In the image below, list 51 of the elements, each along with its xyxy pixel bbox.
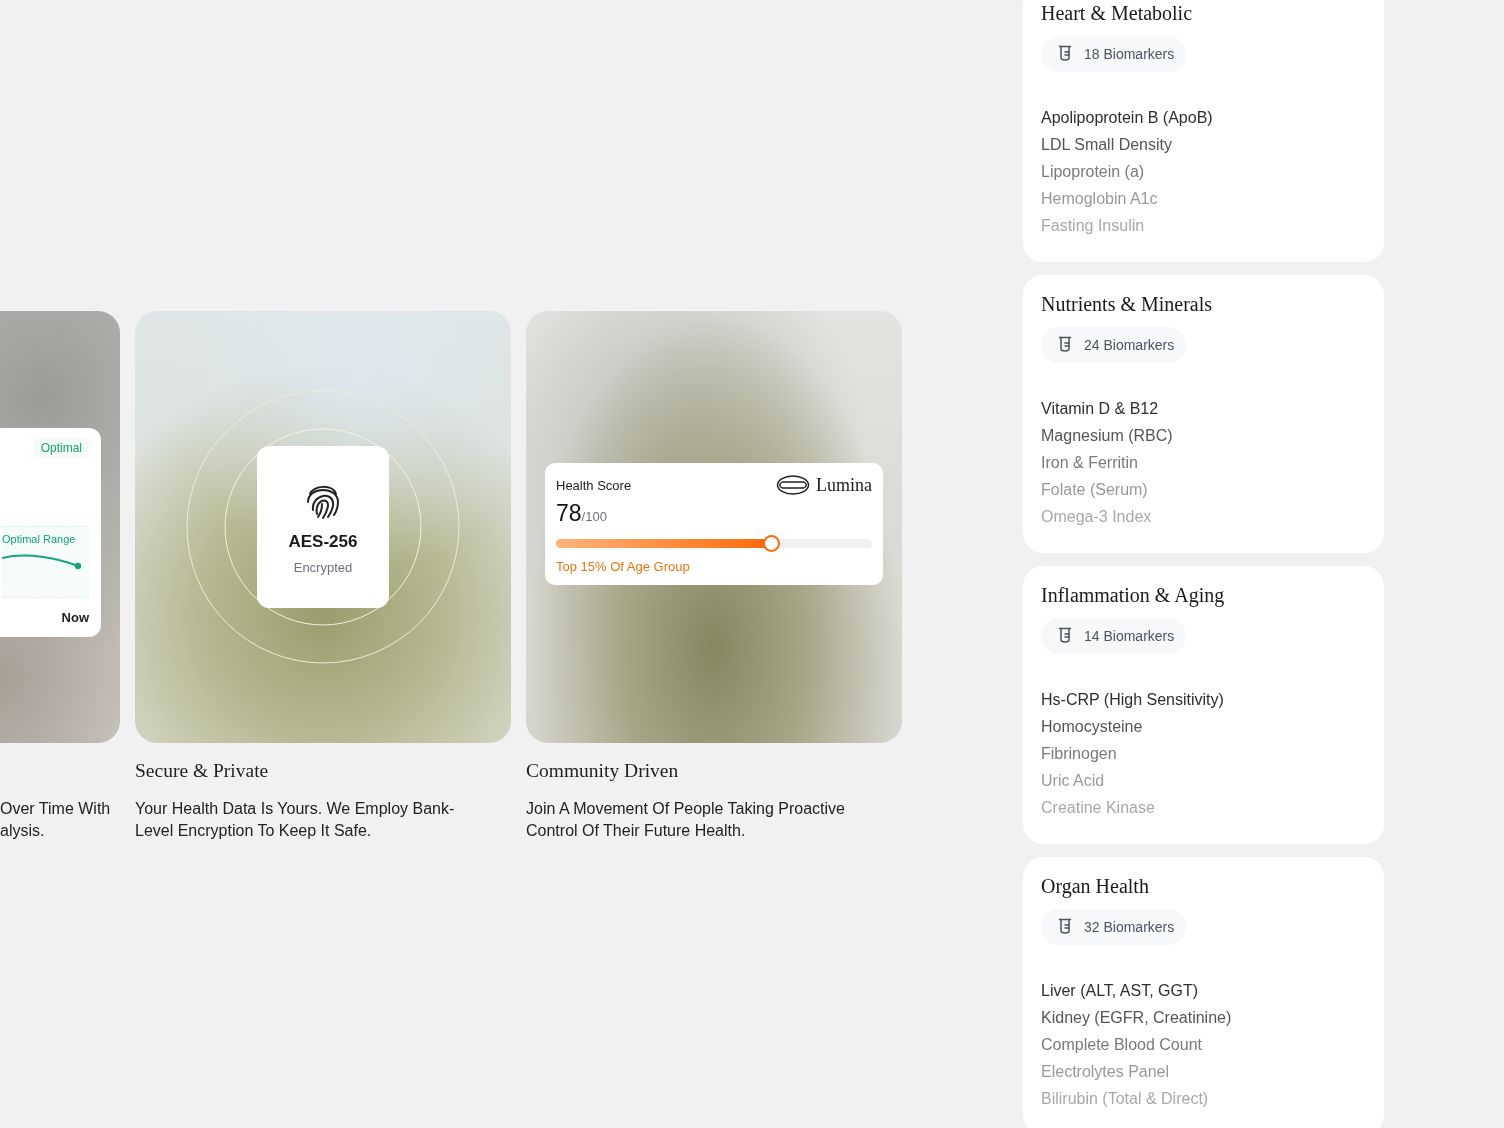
biomarker-name: Omega-3 Index [1041, 507, 1153, 527]
biomarker-count-badge: 24 Biomarkers [1041, 327, 1187, 363]
biomarker-name: Folate (Serum) [1041, 480, 1149, 500]
category-title: Nutrients & Minerals [1041, 293, 1213, 315]
biomarker-name: Electrolytes Panel [1041, 1062, 1171, 1082]
biomarker-name: Creatine Kinase [1041, 798, 1156, 818]
biomarker-name: Apolipoprotein B (ApoB) [1041, 108, 1213, 128]
feature-title: Community Driven [526, 760, 680, 783]
test-tube-icon [1058, 918, 1072, 936]
score-label: Health Score [556, 477, 632, 493]
biomarker-name: Magnesium (RBC) [1041, 426, 1173, 446]
biomarker-name: Vitamin D & B12 [1041, 399, 1160, 419]
biomarker-name: Fibrinogen [1041, 744, 1118, 764]
feature-description: Join A Movement Of People Taking Proactive [526, 799, 846, 819]
test-tube-icon [1058, 336, 1072, 354]
category-title: Heart & Metabolic [1041, 2, 1193, 24]
feature-title: Secure & Private [135, 760, 270, 783]
status-badge: Optimal [33, 437, 89, 458]
biomarker-name: Homocysteine [1041, 717, 1144, 737]
feature-description: alysis. [0, 821, 46, 841]
range-label: Optimal Range [2, 532, 76, 545]
category-title: Inflammation & Aging [1041, 584, 1225, 606]
feature-description: Over Time With [0, 799, 112, 819]
feature-description: Level Encryption To Keep It Safe. [135, 821, 373, 841]
brand-name: Lumina [816, 474, 872, 496]
score-value: 78 [556, 500, 582, 527]
biomarker-name: Hs-CRP (High Sensitivity) [1041, 690, 1224, 710]
score-max: /100 [581, 509, 607, 524]
biomarker-name: Bilirubin (Total & Direct) [1041, 1089, 1210, 1109]
feature-description: Your Health Data Is Yours. We Employ Bank- [135, 799, 456, 819]
biomarker-name: Lipoprotein (a) [1041, 162, 1146, 182]
test-tube-icon [1058, 627, 1072, 645]
time-label: Now [61, 609, 89, 625]
logo-icon [776, 474, 810, 496]
biomarker-name: LDL Small Density [1041, 135, 1173, 155]
biomarker-name: Complete Blood Count [1041, 1035, 1203, 1055]
biomarker-count-badge: 14 Biomarkers [1041, 618, 1187, 654]
encryption-caption: Encrypted [293, 559, 353, 575]
biomarker-name: Fasting Insulin [1041, 216, 1146, 236]
biomarker-count-badge: 32 Biomarkers [1041, 909, 1187, 945]
feature-description: Control Of Their Future Health. [526, 821, 747, 841]
rank-note: Top 15% Of Age Group [556, 559, 691, 574]
biomarker-name: Uric Acid [1041, 771, 1106, 791]
biomarker-name: Kidney (EGFR, Creatinine) [1041, 1008, 1232, 1028]
category-title: Organ Health [1041, 875, 1149, 897]
biomarker-count-badge: 18 Biomarkers [1041, 36, 1187, 72]
test-tube-icon [1058, 45, 1072, 63]
biomarker-name: Hemoglobin A1c [1041, 189, 1159, 209]
biomarker-name: Liver (ALT, AST, GGT) [1041, 981, 1200, 1001]
encryption-label: AES-256 [288, 531, 358, 552]
biomarker-name: Iron & Ferritin [1041, 453, 1139, 473]
